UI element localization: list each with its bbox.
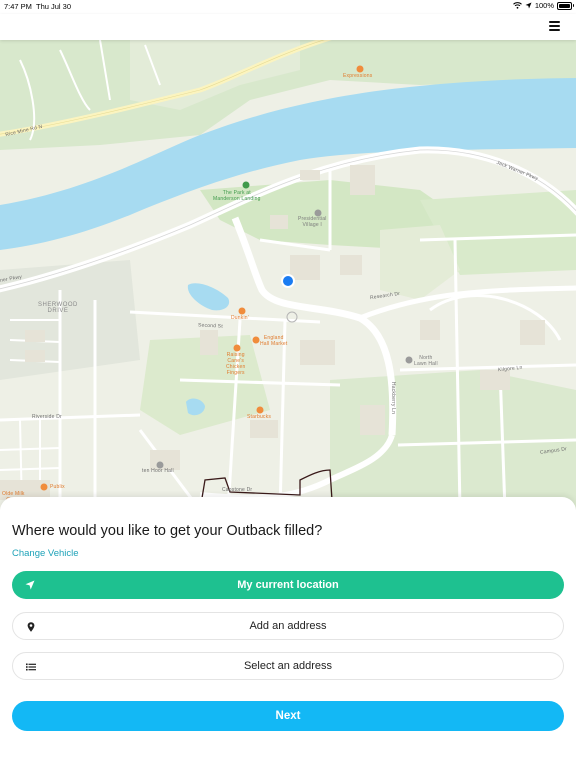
location-arrow-icon: [25, 580, 35, 590]
map-label-raising: Raising Cane's Chicken Fingers: [226, 352, 246, 376]
add-address-label: Add an address: [249, 620, 327, 632]
select-address-label: Select an address: [243, 660, 333, 672]
next-label: Next: [275, 710, 301, 722]
list-icon: [26, 663, 36, 671]
battery-icon: [557, 1, 574, 10]
bottom-sheet: Where would you like to get your Outback…: [0, 497, 576, 768]
next-button[interactable]: Next: [12, 701, 564, 731]
map-label-hackberry: Hackberry Ln: [390, 381, 397, 415]
map-label-ten-hoor: ten Hoor Hall: [142, 468, 174, 474]
map-pin-icon: [27, 622, 35, 632]
map-label-expressions: Expressions: [343, 73, 373, 79]
wifi-icon: [512, 2, 522, 9]
map-label-sherwood: SHERWOOD DRIVE: [38, 302, 78, 314]
map-label-park: The Park at Manderson Landing: [213, 190, 261, 202]
status-bar: 7:47 PM Thu Jul 30 100%: [0, 0, 576, 14]
map-label-dunkin: Dunkin': [231, 315, 249, 321]
battery-percent: 100%: [534, 1, 554, 10]
map-label-capstone: Capstone Dr: [222, 487, 253, 493]
map-label-riverside: Riverside Dr: [32, 414, 62, 420]
select-address-button[interactable]: Select an address: [12, 652, 564, 680]
change-vehicle-link[interactable]: Change Vehicle: [12, 548, 79, 559]
add-address-button[interactable]: Add an address: [12, 612, 564, 640]
status-time: 7:47 PM: [4, 2, 32, 11]
map-label-publix: Publix: [50, 484, 65, 490]
map-label-england: England Hall Market: [260, 335, 288, 347]
hamburger-menu-icon[interactable]: [549, 21, 560, 31]
location-question: Where would you like to get your Outback…: [12, 523, 323, 539]
current-location-button[interactable]: My current location: [12, 571, 564, 599]
map-label-starbucks: Starbucks: [247, 414, 272, 420]
status-date: Thu Jul 30: [36, 2, 72, 11]
top-bar: [0, 14, 576, 40]
location-arrow-icon: [525, 2, 532, 9]
map-graphic: [0, 40, 576, 510]
map-view[interactable]: Expressions Rice Mine Rd N Jack Warner P…: [0, 40, 576, 510]
map-label-presidential: Presidential Village I: [298, 216, 327, 228]
map-label-north-lawn: North Lawn Hall: [414, 355, 438, 367]
current-location-label: My current location: [237, 579, 339, 591]
map-label-second: Second St: [197, 322, 224, 330]
status-right: 100%: [512, 1, 574, 10]
